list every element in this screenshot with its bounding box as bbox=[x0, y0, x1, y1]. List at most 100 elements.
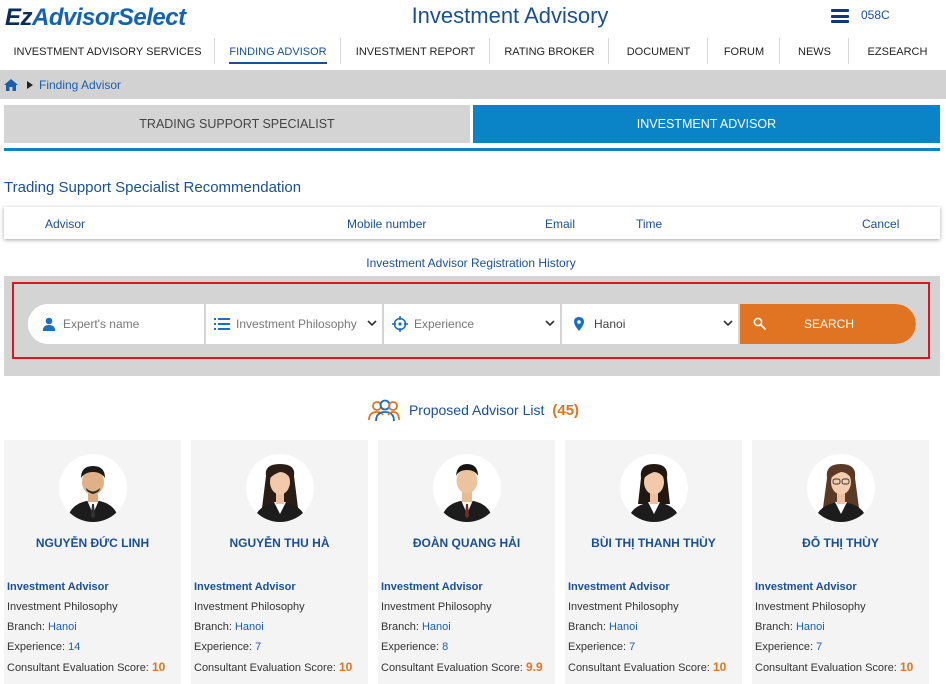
score-value: 10 bbox=[338, 660, 353, 674]
philosophy-label: Investment Philosophy bbox=[381, 601, 492, 613]
score-label: Consultant Evaluation Score: bbox=[568, 662, 710, 674]
chevron-down-icon bbox=[545, 320, 555, 327]
advisor-card[interactable]: ĐỖ THỊ THÙY Investment Advisor Investmen… bbox=[752, 440, 929, 684]
score-label: Consultant Evaluation Score: bbox=[755, 662, 897, 674]
person-icon bbox=[42, 317, 56, 331]
main-nav: INVESTMENT ADVISORY SERVICES FINDING ADV… bbox=[0, 36, 946, 68]
col-email: Email bbox=[545, 217, 576, 231]
search-button-label: SEARCH bbox=[804, 317, 855, 331]
philosophy-label: Investment Philosophy bbox=[7, 601, 118, 613]
advisor-details: Investment Advisor Investment Philosophy… bbox=[7, 577, 165, 678]
group-users-icon bbox=[368, 399, 400, 422]
advisor-role: Investment Advisor bbox=[755, 581, 857, 593]
advisor-role: Investment Advisor bbox=[7, 581, 109, 593]
header: Ez AdvisorSelect Investment Advisory 058C bbox=[0, 0, 946, 36]
branch-value: Hanoi bbox=[421, 621, 451, 633]
advisor-card[interactable]: NGUYỄN THU HÀ Investment Advisor Investm… bbox=[191, 440, 368, 684]
advisor-name: NGUYỄN ĐỨC LINH bbox=[35, 536, 150, 550]
location-pin-icon bbox=[574, 317, 584, 331]
avatar bbox=[620, 454, 688, 522]
location-select[interactable]: Hanoi bbox=[562, 304, 740, 344]
proposed-advisor-heading: Proposed Advisor List (45) bbox=[0, 398, 946, 422]
advisor-role: Investment Advisor bbox=[381, 581, 483, 593]
search-button[interactable]: SEARCH bbox=[740, 304, 916, 344]
advisor-details: Investment Advisor Investment Philosophy… bbox=[194, 577, 352, 678]
user-code[interactable]: 058C bbox=[861, 8, 890, 22]
expert-name-placeholder: Expert's name bbox=[63, 317, 140, 331]
avatar bbox=[59, 454, 127, 522]
score-value: 10 bbox=[151, 660, 166, 674]
experience-value: 8 bbox=[442, 641, 449, 653]
branch-label: Branch: bbox=[568, 621, 606, 633]
branch-value: Hanoi bbox=[795, 621, 825, 633]
breadcrumb-current[interactable]: Finding Advisor bbox=[39, 78, 121, 92]
branch-value: Hanoi bbox=[47, 621, 77, 633]
tab-trading-support-specialist[interactable]: TRADING SUPPORT SPECIALIST bbox=[4, 105, 470, 143]
advisor-details: Investment Advisor Investment Philosophy… bbox=[755, 577, 913, 678]
experience-select[interactable]: Experience bbox=[384, 304, 562, 344]
tab-investment-advisor[interactable]: INVESTMENT ADVISOR bbox=[473, 105, 940, 143]
philosophy-label: Investment Philosophy bbox=[568, 601, 679, 613]
search-panel: Expert's name Investment Philosophy Expe… bbox=[4, 276, 940, 376]
philosophy-value: Investment Philosophy bbox=[236, 317, 357, 331]
breadcrumb-arrow-icon bbox=[27, 80, 33, 89]
advisor-name: NGUYỄN THU HÀ bbox=[229, 536, 330, 550]
score-value: 9.9 bbox=[525, 660, 543, 674]
advisor-details: Investment Advisor Investment Philosophy… bbox=[568, 577, 726, 678]
col-advisor: Advisor bbox=[45, 217, 86, 231]
target-icon bbox=[392, 316, 408, 332]
proposed-label: Proposed Advisor List bbox=[408, 402, 545, 418]
branch-label: Branch: bbox=[755, 621, 793, 633]
avatar bbox=[246, 454, 314, 522]
experience-value: 7 bbox=[255, 641, 262, 653]
advisor-card-list: NGUYỄN ĐỨC LINH Investment Advisor Inves… bbox=[4, 440, 946, 684]
col-mobile-number: Mobile number bbox=[347, 217, 427, 231]
experience-value: 7 bbox=[629, 641, 636, 653]
branch-label: Branch: bbox=[7, 621, 45, 633]
recommendation-table-header: Advisor Mobile number Email Time Cancel bbox=[4, 207, 940, 239]
nav-finding-advisor[interactable]: FINDING ADVISOR bbox=[215, 36, 341, 68]
search-bar: Expert's name Investment Philosophy Expe… bbox=[28, 304, 916, 344]
experience-label: Experience: bbox=[568, 641, 627, 653]
advisor-card[interactable]: ĐOÀN QUANG HẢI Investment Advisor Invest… bbox=[378, 440, 555, 684]
advisor-name: ĐỖ THỊ THÙY bbox=[802, 536, 879, 550]
investment-philosophy-select[interactable]: Investment Philosophy bbox=[206, 304, 384, 344]
experience-label: Experience: bbox=[381, 641, 440, 653]
advisor-card[interactable]: NGUYỄN ĐỨC LINH Investment Advisor Inves… bbox=[4, 440, 181, 684]
branch-label: Branch: bbox=[381, 621, 419, 633]
nav-investment-report[interactable]: INVESTMENT REPORT bbox=[341, 36, 490, 68]
advisor-card[interactable]: BÙI THỊ THANH THÙY Investment Advisor In… bbox=[565, 440, 742, 684]
advisor-details: Investment Advisor Investment Philosophy… bbox=[381, 577, 543, 678]
avatar bbox=[433, 454, 501, 522]
site-title: Investment Advisory bbox=[411, 3, 609, 28]
experience-value: 7 bbox=[816, 641, 823, 653]
advisor-name: ĐOÀN QUANG HẢI bbox=[412, 536, 521, 550]
col-cancel: Cancel bbox=[862, 217, 900, 231]
home-icon[interactable] bbox=[4, 78, 18, 91]
nav-ezsearch[interactable]: EZSEARCH bbox=[849, 36, 946, 68]
nav-forum[interactable]: FORUM bbox=[708, 36, 780, 68]
nav-news[interactable]: NEWS bbox=[780, 36, 849, 68]
expert-name-field[interactable]: Expert's name bbox=[28, 304, 206, 344]
score-value: 10 bbox=[712, 660, 727, 674]
experience-value: 14 bbox=[68, 641, 81, 653]
branch-value: Hanoi bbox=[234, 621, 264, 633]
score-label: Consultant Evaluation Score: bbox=[7, 662, 149, 674]
nav-investment-advisory-services[interactable]: INVESTMENT ADVISORY SERVICES bbox=[0, 36, 215, 68]
experience-label: Experience: bbox=[194, 641, 253, 653]
experience-label: Experience: bbox=[755, 641, 814, 653]
nav-document[interactable]: DOCUMENT bbox=[609, 36, 708, 68]
search-icon bbox=[753, 317, 767, 331]
experience-value: Experience bbox=[414, 317, 475, 331]
advisor-name: BÙI THỊ THANH THÙY bbox=[591, 536, 716, 550]
experience-label: Experience: bbox=[7, 641, 66, 653]
hamburger-menu-icon[interactable] bbox=[831, 9, 849, 23]
chevron-down-icon bbox=[723, 320, 733, 327]
search-highlight-box: Expert's name Investment Philosophy Expe… bbox=[12, 282, 930, 359]
philosophy-label: Investment Philosophy bbox=[194, 601, 305, 613]
col-time: Time bbox=[636, 217, 663, 231]
branch-value: Hanoi bbox=[608, 621, 638, 633]
proposed-count: (45) bbox=[552, 401, 580, 419]
nav-rating-broker[interactable]: RATING BROKER bbox=[490, 36, 609, 68]
registration-history-link[interactable]: Investment Advisor Registration History bbox=[0, 256, 942, 270]
